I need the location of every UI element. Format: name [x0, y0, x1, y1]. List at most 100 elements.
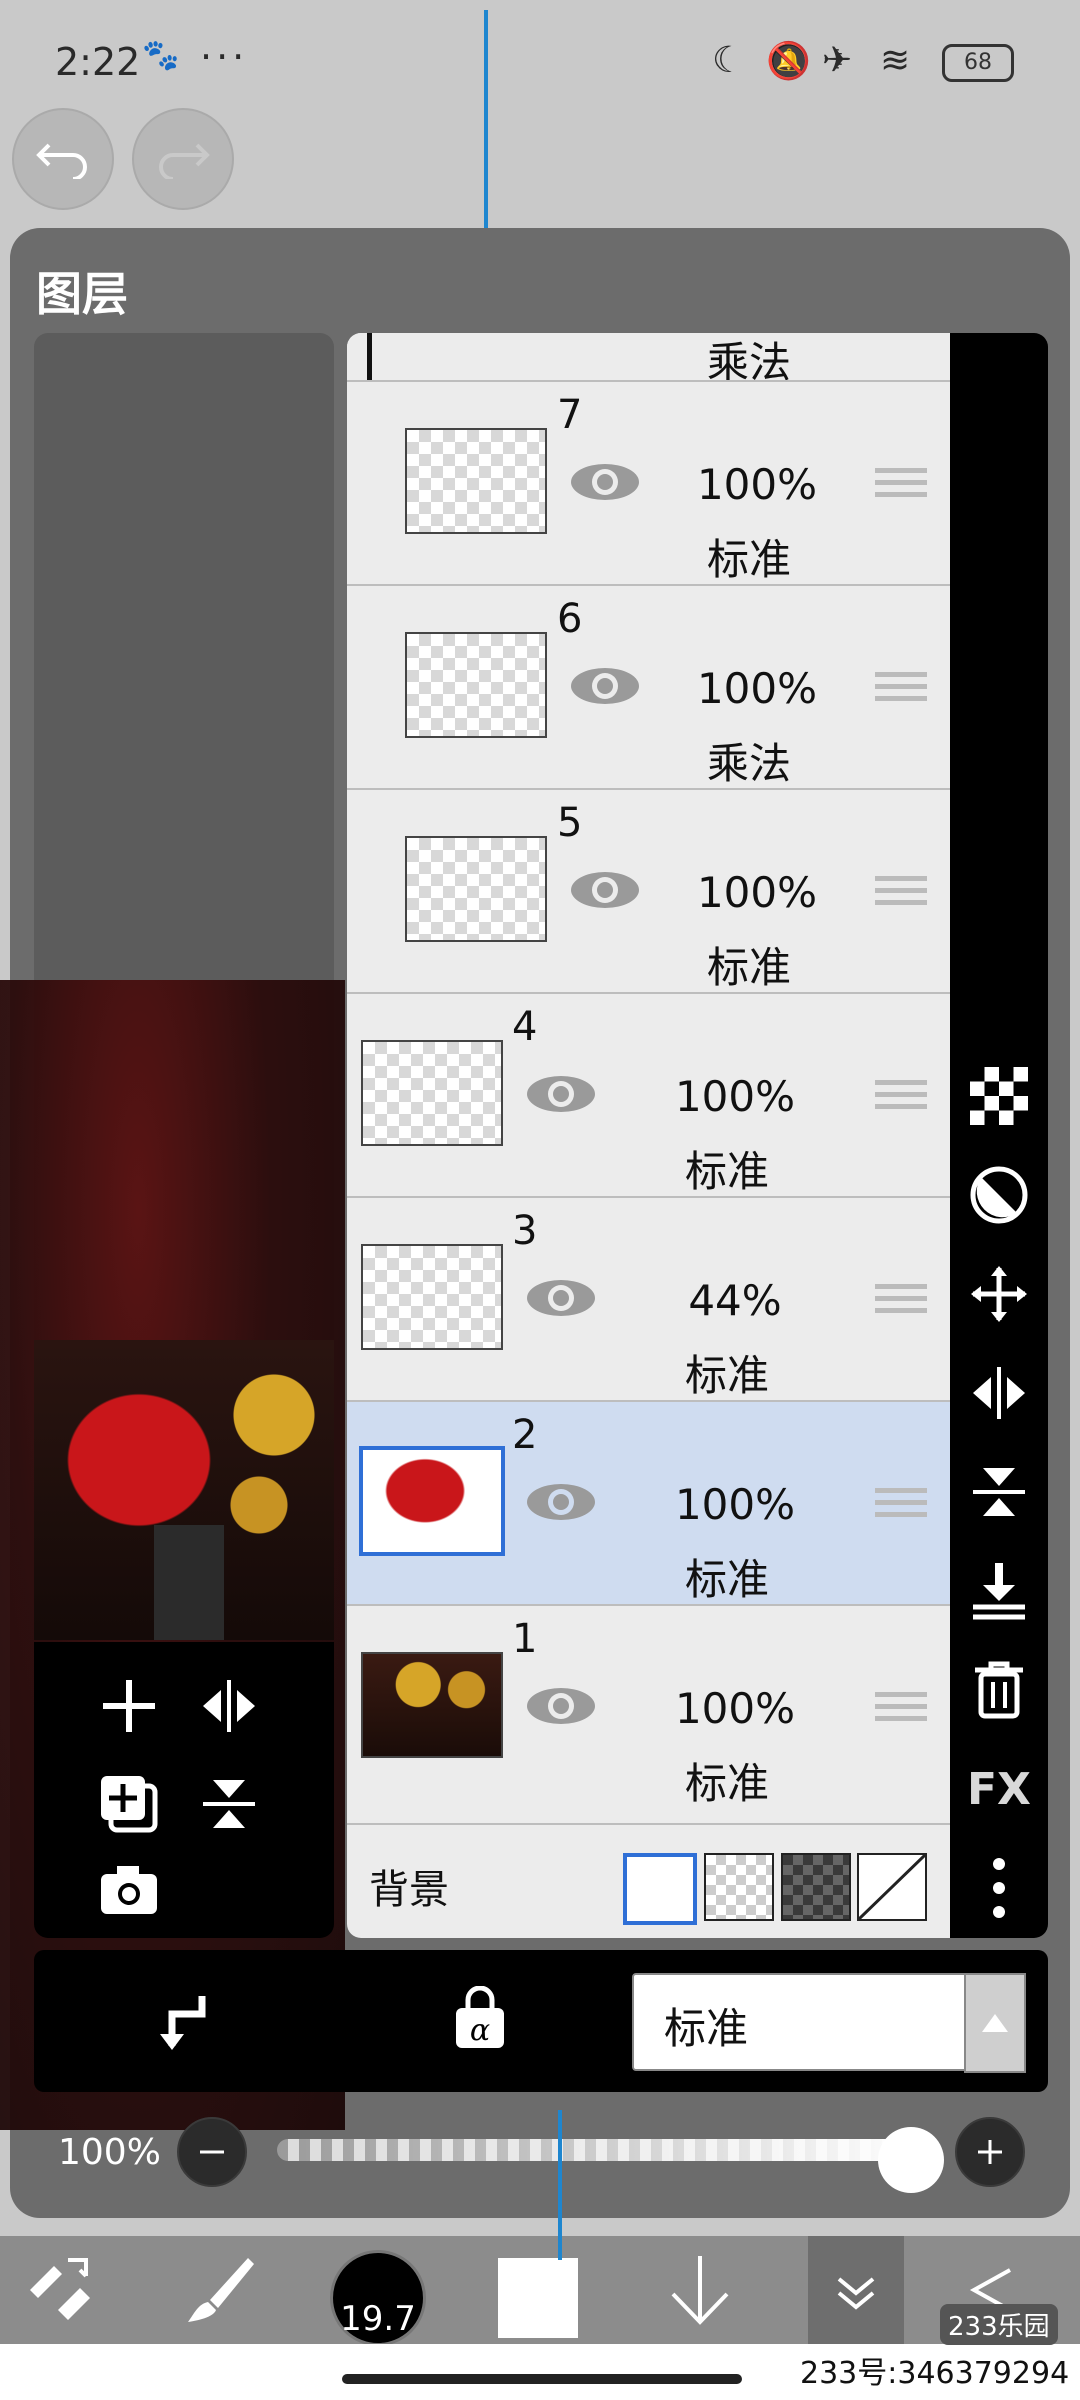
- svg-text:α: α: [470, 2013, 490, 2048]
- battery-icon: 68: [942, 44, 1014, 82]
- layer-number: 6: [557, 596, 583, 642]
- eye-icon[interactable]: [525, 1278, 597, 1318]
- blend-mode-select[interactable]: 标准: [632, 1973, 966, 2071]
- home-indicator[interactable]: [342, 2374, 742, 2384]
- checkerboard-icon: [970, 1067, 1028, 1125]
- triangle-up-icon: [982, 2014, 1008, 2032]
- clipping-button[interactable]: [152, 1990, 212, 2058]
- opacity-slider-knob[interactable]: [878, 2127, 944, 2193]
- layer-row-selected[interactable]: 2 100% 标准: [347, 1400, 950, 1606]
- opacity-slider[interactable]: [277, 2139, 915, 2161]
- wifi-icon: ≋: [880, 40, 911, 81]
- move-icon: [971, 1266, 1027, 1322]
- layer-row[interactable]: 7 100% 标准: [347, 380, 950, 586]
- layer-number: 3: [512, 1208, 538, 1254]
- drag-handle-icon[interactable]: [875, 468, 927, 504]
- layer-tool-strip: FX: [950, 333, 1048, 1938]
- layer-row-partial[interactable]: 乘法: [347, 333, 950, 387]
- eye-icon[interactable]: [525, 1482, 597, 1522]
- merge-down-icon: [973, 1563, 1025, 1620]
- clipping-arrow-icon: [160, 1996, 206, 2050]
- layer-number: 4: [512, 1004, 538, 1050]
- drag-handle-icon[interactable]: [875, 1284, 927, 1320]
- alpha-lock-button[interactable]: α: [452, 1985, 508, 2054]
- opacity-increase-button[interactable]: [955, 2117, 1025, 2187]
- layer-number: 5: [557, 800, 583, 846]
- flip-vertical-button[interactable]: [189, 1764, 269, 1844]
- layer-blend-mode: 标准: [684, 1555, 769, 1604]
- vertical-dots-icon: [993, 1858, 1005, 1918]
- undo-button[interactable]: [12, 108, 114, 210]
- layer-thumbnail: [361, 1244, 503, 1350]
- eye-icon[interactable]: [569, 870, 641, 910]
- canvas-thumbnail[interactable]: [34, 1340, 334, 1640]
- status-bar: 2:22 🐾 ··· ☾ 🔕 ✈ ≋ 68: [0, 0, 1080, 120]
- layer-row[interactable]: 5 100% 标准: [347, 788, 950, 994]
- move-button[interactable]: [964, 1259, 1034, 1329]
- background-white-option[interactable]: [623, 1853, 697, 1925]
- layer-thumbnail: [405, 632, 547, 738]
- flip-horizontal-layer-button[interactable]: [964, 1358, 1034, 1428]
- redo-icon: [159, 143, 210, 179]
- drag-handle-icon[interactable]: [875, 876, 927, 912]
- brush-size-button[interactable]: 19.7: [330, 2250, 426, 2346]
- duplicate-layer-button[interactable]: [89, 1764, 169, 1844]
- eye-icon[interactable]: [569, 666, 641, 706]
- eye-icon[interactable]: [569, 462, 641, 502]
- camera-icon: [101, 1866, 157, 1914]
- background-transparent-option[interactable]: [704, 1853, 774, 1921]
- brush-tool-button[interactable]: [170, 2236, 270, 2344]
- transparency-lock-button[interactable]: [964, 1061, 1034, 1131]
- flip-horizontal-icon: [973, 1367, 1025, 1419]
- flip-vertical-layer-button[interactable]: [964, 1457, 1034, 1527]
- layer-thumbnail: [361, 1040, 503, 1146]
- opacity-decrease-button[interactable]: [177, 2117, 247, 2187]
- layer-blend-mode: 标准: [684, 1351, 769, 1400]
- flip-horizontal-button[interactable]: [189, 1666, 269, 1746]
- layer-opacity: 100%: [696, 460, 818, 509]
- drag-handle-icon[interactable]: [875, 672, 927, 708]
- fx-button[interactable]: FX: [964, 1754, 1034, 1824]
- layer-thumbnail: [405, 428, 547, 534]
- tool-switch-button[interactable]: [10, 2236, 110, 2344]
- drag-handle-icon[interactable]: [875, 1080, 927, 1116]
- background-none-option[interactable]: [857, 1853, 927, 1921]
- more-options-button[interactable]: [964, 1853, 1034, 1923]
- redo-button[interactable]: [132, 108, 234, 210]
- blend-mode-dropdown-button[interactable]: [964, 1973, 1026, 2073]
- collapse-toolbar-button[interactable]: [808, 2236, 904, 2344]
- brush-icon: [188, 2258, 254, 2322]
- layer-row[interactable]: 3 44% 标准: [347, 1196, 950, 1402]
- eye-icon[interactable]: [525, 1686, 597, 1726]
- drag-handle-icon[interactable]: [875, 1692, 927, 1728]
- flip-horizontal-icon: [203, 1680, 255, 1732]
- panel-title: 图层: [36, 267, 128, 321]
- flip-vertical-icon: [203, 1780, 255, 1828]
- minus-icon: [200, 2150, 224, 2154]
- background-dark-option[interactable]: [781, 1853, 851, 1921]
- layer-number: 7: [557, 392, 583, 438]
- layer-thumbnail: [361, 1652, 503, 1758]
- add-layer-button[interactable]: [89, 1666, 169, 1746]
- layer-row[interactable]: 4 100% 标准: [347, 992, 950, 1198]
- layer-row[interactable]: 6 100% 乘法: [347, 584, 950, 790]
- opacity-value-label: 100%: [58, 2132, 161, 2173]
- layer-blend-mode: 标准: [684, 1147, 769, 1196]
- arrow-down-icon: [671, 2256, 729, 2325]
- layer-down-button[interactable]: [650, 2236, 750, 2344]
- layer-opacity: 100%: [674, 1072, 796, 1121]
- camera-button[interactable]: [89, 1850, 169, 1930]
- background-label: 背景: [369, 1867, 449, 1913]
- merge-down-button[interactable]: [964, 1556, 1034, 1626]
- layer-row[interactable]: 1 100% 标准: [347, 1604, 950, 1810]
- delete-layer-button[interactable]: [964, 1655, 1034, 1725]
- drag-handle-icon[interactable]: [875, 1488, 927, 1524]
- watermark-text: 233号:346379294: [800, 2356, 1070, 2391]
- invert-button[interactable]: [964, 1160, 1034, 1230]
- color-swatch-button[interactable]: [498, 2258, 578, 2338]
- plus-icon: [978, 2140, 1002, 2164]
- paw-icon: 🐾: [142, 38, 180, 73]
- layer-toolbox: [34, 1642, 334, 1938]
- eye-icon[interactable]: [525, 1074, 597, 1114]
- status-time: 2:22: [55, 40, 141, 84]
